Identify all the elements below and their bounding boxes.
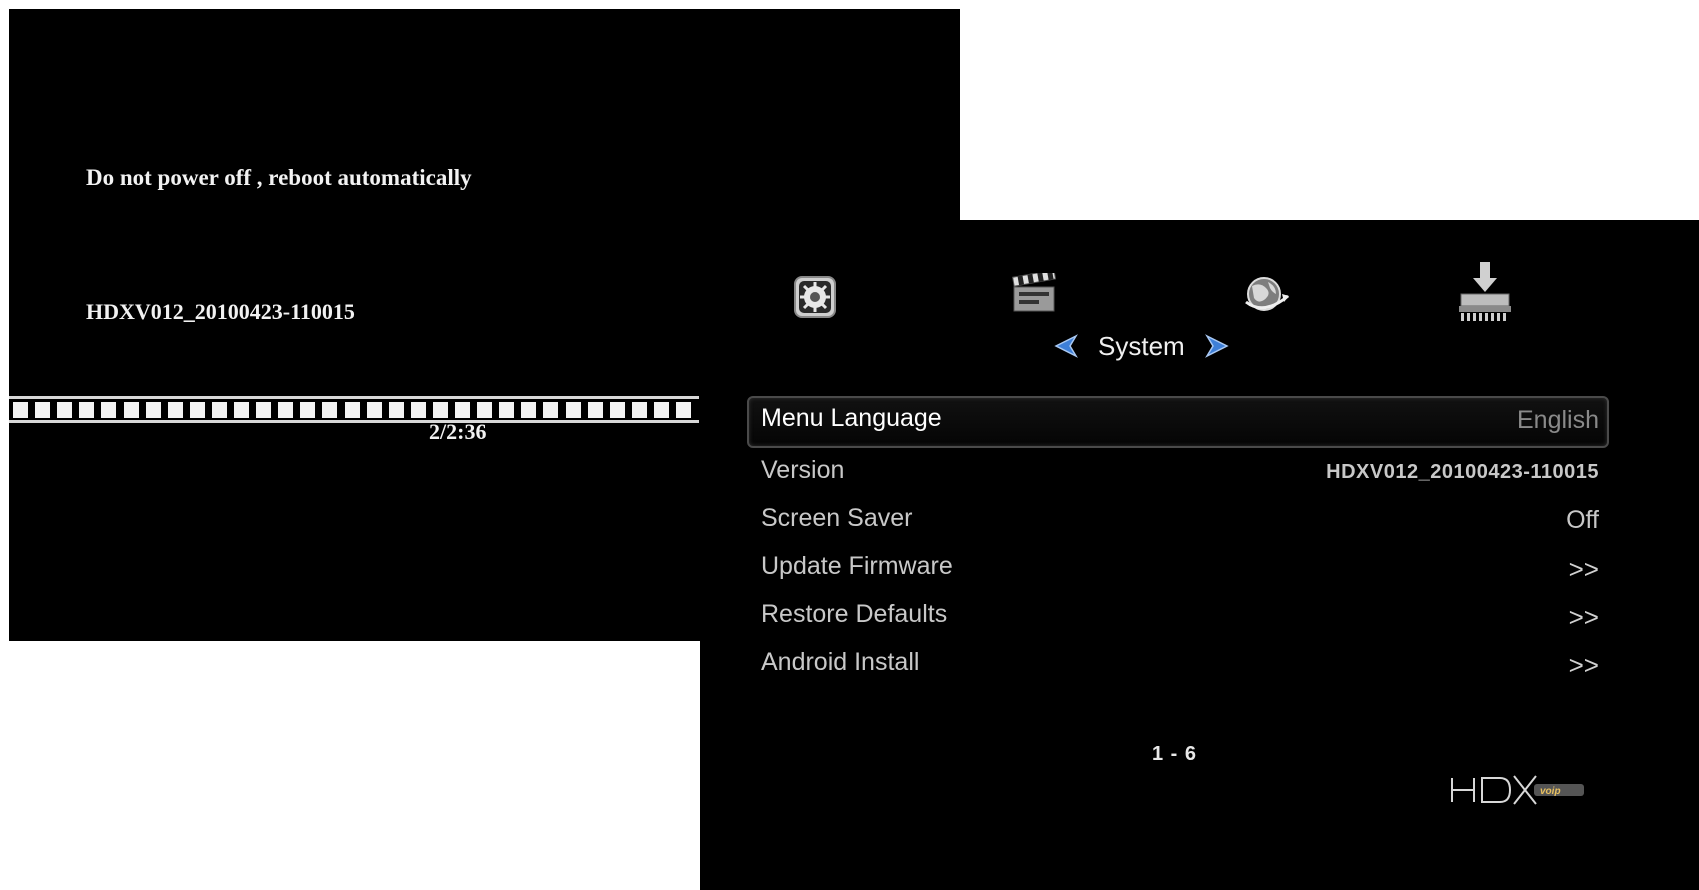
settings-menu-list: Menu Language English Version HDXV012_20…	[747, 396, 1609, 688]
progress-segment	[79, 402, 95, 418]
progress-segment	[388, 402, 404, 418]
menu-item-value: Off	[1566, 506, 1599, 534]
menu-item-label: Restore Defaults	[761, 600, 948, 628]
previous-section-arrow-icon[interactable]	[1050, 333, 1078, 359]
menu-item-version[interactable]: Version HDXV012_20100423-110015	[747, 448, 1609, 496]
progress-segment	[653, 402, 669, 418]
progress-segment	[344, 402, 360, 418]
progress-segment	[145, 402, 161, 418]
section-navigator: System	[1050, 326, 1233, 366]
progress-segment	[35, 402, 51, 418]
page-indicator: 1 - 6	[1152, 743, 1198, 765]
hdx-voip-logo: voip	[1451, 775, 1584, 805]
menu-item-menu-language[interactable]: Menu Language English	[747, 396, 1609, 448]
menu-item-screen-saver[interactable]: Screen Saver Off	[747, 496, 1609, 544]
progress-segment	[300, 402, 316, 418]
progress-segment	[123, 402, 139, 418]
menu-item-label: Android Install	[761, 648, 920, 676]
progress-segment	[499, 402, 515, 418]
progress-segment	[256, 402, 272, 418]
progress-segment	[676, 402, 691, 418]
progress-segment	[366, 402, 382, 418]
progress-segment	[521, 402, 537, 418]
progress-segment	[455, 402, 470, 418]
svg-text:voip: voip	[1540, 786, 1561, 797]
menu-item-android-install[interactable]: Android Install >>	[747, 640, 1609, 688]
progress-segment	[101, 402, 117, 418]
download-tray-icon[interactable]	[1455, 260, 1515, 324]
menu-item-label: Menu Language	[761, 404, 942, 432]
section-title: System	[1098, 330, 1185, 361]
menu-item-restore-defaults[interactable]: Restore Defaults >>	[747, 592, 1609, 640]
menu-item-update-firmware[interactable]: Update Firmware >>	[747, 544, 1609, 592]
firmware-version-text: HDXV012_20100423-110015	[86, 299, 355, 324]
menu-item-value: >>	[1568, 602, 1599, 632]
settings-box-icon[interactable]	[793, 275, 837, 319]
progress-segment	[189, 402, 205, 418]
progress-segment	[167, 402, 183, 418]
menu-item-value: >>	[1568, 554, 1599, 584]
progress-segment	[543, 402, 559, 418]
progress-rail-bottom	[9, 420, 699, 423]
progress-segment	[322, 402, 338, 418]
progress-segment	[631, 402, 647, 418]
progress-counter: 2/2:36	[429, 419, 487, 444]
progress-segment	[432, 402, 448, 418]
progress-segment	[234, 402, 249, 418]
movie-clapper-icon[interactable]	[1011, 273, 1059, 315]
progress-segment	[278, 402, 294, 418]
menu-item-value: >>	[1568, 650, 1599, 680]
menu-item-label: Screen Saver	[761, 504, 913, 532]
menu-item-value: HDXV012_20100423-110015	[1326, 461, 1599, 483]
next-section-arrow-icon[interactable]	[1204, 333, 1233, 359]
menu-item-label: Update Firmware	[761, 552, 953, 580]
progress-segment	[13, 402, 28, 418]
progress-segment	[57, 402, 73, 418]
menu-item-label: Version	[761, 456, 845, 484]
menu-item-value: English	[1517, 406, 1599, 434]
globe-network-icon[interactable]	[1242, 272, 1292, 318]
progress-rail-top	[9, 396, 699, 399]
update-warning-message: Do not power off , reboot automatically	[86, 165, 472, 190]
progress-segment	[609, 402, 625, 418]
update-progress-bar	[9, 392, 699, 425]
progress-segment	[477, 402, 493, 418]
progress-segment	[211, 402, 227, 418]
progress-segment	[565, 402, 581, 418]
progress-segment	[410, 402, 426, 418]
progress-segment	[587, 402, 603, 418]
system-menu-screen: System Menu Language English Version HDX…	[700, 220, 1699, 890]
